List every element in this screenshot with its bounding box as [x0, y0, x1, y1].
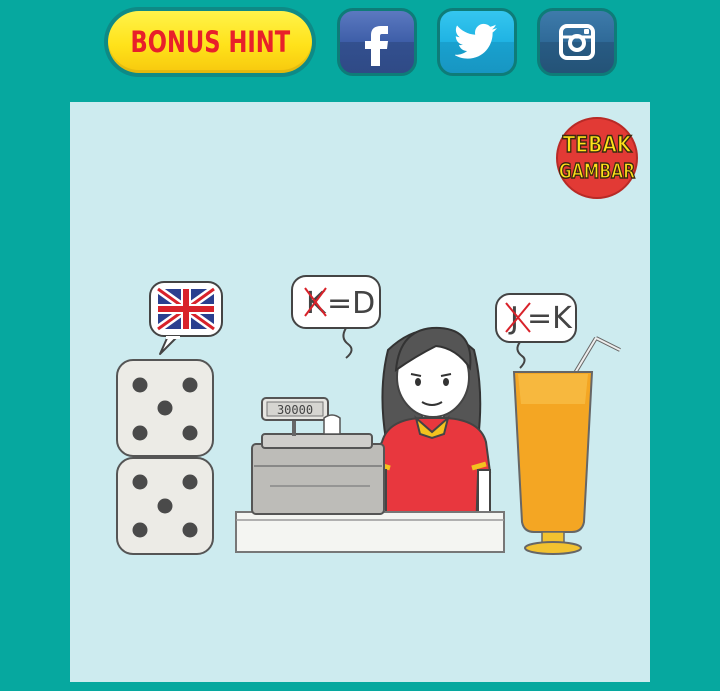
facebook-icon: [365, 26, 388, 66]
tebak-gambar-logo: TEBAK GAMBAR: [556, 117, 638, 199]
bonus-hint-label: BONUS HINT: [130, 25, 290, 59]
bonus-hint-button[interactable]: BONUS HINT: [104, 7, 316, 77]
uk-flag-icon: [155, 285, 217, 333]
twitter-button[interactable]: [437, 8, 517, 76]
facebook-button[interactable]: [337, 8, 417, 76]
dice-stack: [116, 359, 214, 555]
puzzle-image-panel: TEBAK GAMBAR =D J =K 30000: [70, 102, 650, 682]
die-bottom: [116, 457, 214, 555]
twitter-icon: [455, 23, 497, 59]
bonus-hint-button-face: BONUS HINT: [108, 11, 312, 73]
letter-swap-bubble-right: J =K: [495, 293, 577, 369]
letter-swap-bubble-middle: K =D: [291, 275, 381, 359]
die-top: [116, 359, 214, 457]
shop-counter: [235, 511, 505, 553]
top-bar: BONUS HINT: [0, 0, 720, 90]
logo-line-2: GAMBAR: [559, 160, 635, 183]
register-display-amount: 30000: [277, 403, 313, 417]
instagram-icon: [559, 24, 595, 60]
instagram-button[interactable]: [537, 8, 617, 76]
uk-flag-speech-bubble: [149, 281, 223, 355]
cash-register: 30000: [251, 397, 385, 515]
bubble-middle-rest: =D: [327, 286, 375, 321]
orange-juice-glass: [512, 336, 621, 555]
bubble-right-rest: =K: [527, 301, 573, 336]
logo-line-1: TEBAK: [563, 132, 633, 158]
puzzle-scene: TEBAK GAMBAR =D J =K 30000: [116, 117, 638, 555]
